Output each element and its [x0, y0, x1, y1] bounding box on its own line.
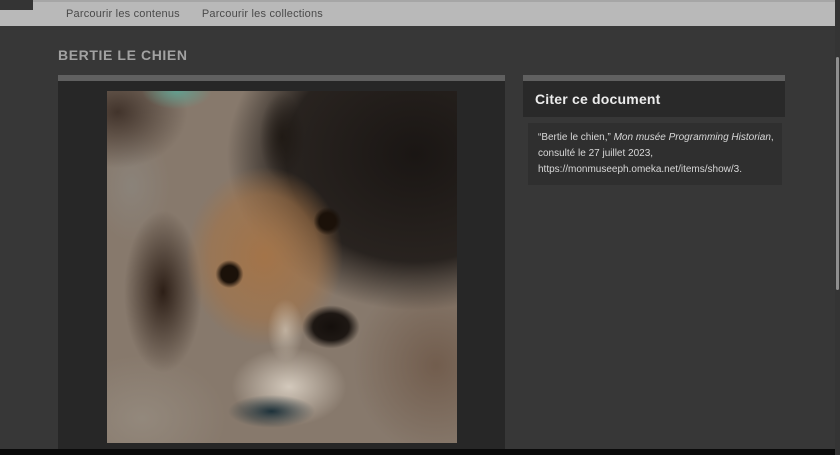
- scrollbar-thumb[interactable]: [836, 57, 839, 290]
- footer-bar: [0, 449, 840, 455]
- nav-browse-items[interactable]: Parcourir les contenus: [66, 8, 180, 20]
- scrollbar-track[interactable]: [835, 0, 840, 455]
- top-navigation: Parcourir les contenus Parcourir les col…: [0, 0, 836, 26]
- omeka-item-page: Parcourir les contenus Parcourir les col…: [0, 0, 840, 455]
- window-corner-notch: [0, 0, 33, 10]
- bertie-dog-photo[interactable]: [107, 91, 457, 443]
- nav-browse-collections[interactable]: Parcourir les collections: [202, 8, 323, 20]
- citation-quoted-title: “Bertie le chien,”: [538, 132, 614, 143]
- citation-sidebar: Citer ce document “Bertie le chien,” Mon…: [523, 75, 785, 185]
- citation-url: https://monmuseeph.omeka.net/items/show/…: [538, 162, 772, 178]
- cite-heading: Citer ce document: [535, 91, 661, 107]
- citation-line-1-end: ,: [771, 132, 774, 143]
- cite-document-box: Citer ce document: [523, 81, 785, 117]
- page-title: BERTIE LE CHIEN: [58, 47, 188, 63]
- citation-site-name: Mon musée Programming Historian: [614, 132, 771, 143]
- item-media-panel: [58, 75, 505, 449]
- citation-line-1: “Bertie le chien,” Mon musée Programming…: [538, 130, 772, 146]
- citation-line-2: consulté le 27 juillet 2023,: [538, 146, 772, 162]
- citation-text: “Bertie le chien,” Mon musée Programming…: [528, 123, 782, 185]
